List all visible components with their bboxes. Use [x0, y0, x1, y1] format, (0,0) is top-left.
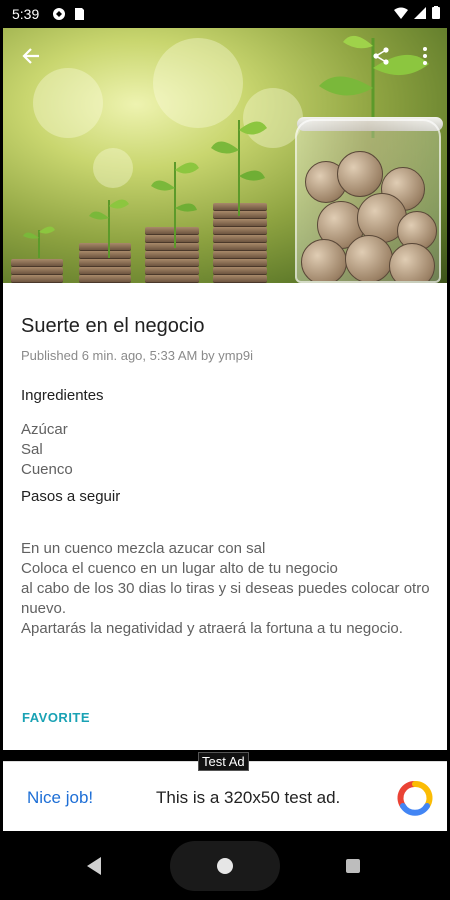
- battery-icon: [432, 6, 440, 19]
- back-button[interactable]: [13, 38, 49, 74]
- nav-back-icon[interactable]: [87, 857, 101, 875]
- steps-header: Pasos a seguir: [21, 488, 121, 505]
- step-item: al cabo de los 30 dias lo tiras y si des…: [21, 580, 430, 617]
- notification-icon: [53, 8, 65, 20]
- ingredients-list: Azúcar Sal Cuenco: [21, 420, 431, 480]
- step-item: Coloca el cuenco en un lugar alto de tu …: [21, 560, 338, 577]
- signal-icon: [414, 6, 426, 19]
- home-icon: [217, 858, 233, 874]
- ad-body-text: This is a 320x50 test ad.: [156, 788, 341, 807]
- status-time: 5:39: [12, 6, 40, 22]
- more-options-button[interactable]: [407, 38, 443, 74]
- nav-home-button[interactable]: [170, 841, 280, 891]
- step-item: Apartarás la negatividad y atraerá la fo…: [21, 620, 403, 637]
- coin-stack: [11, 259, 63, 283]
- recipe-content: Suerte en el negocio Published 6 min. ag…: [21, 283, 431, 639]
- ad-nice-text: Nice job!: [27, 788, 94, 807]
- post-meta: Published 6 min. ago, 5:33 AM by ymp9i: [21, 348, 253, 363]
- favorite-button[interactable]: FAVORITE: [22, 710, 90, 725]
- ad-logo-icon: [397, 781, 433, 816]
- wifi-icon: [394, 7, 408, 19]
- coin-jar: [295, 119, 441, 283]
- ad-banner[interactable]: Nice job! This is a 320x50 test ad.: [3, 761, 447, 832]
- sprout-icon: [211, 120, 267, 216]
- ingredient-item: Azúcar: [21, 421, 68, 438]
- share-icon: [373, 47, 389, 65]
- recipe-card: Suerte en el negocio Published 6 min. ag…: [3, 28, 447, 750]
- nav-recents-icon[interactable]: [346, 859, 360, 873]
- step-item: En un cuenco mezcla azucar con sal: [21, 540, 266, 557]
- more-vert-icon: [423, 47, 427, 65]
- sprout-icon: [23, 226, 55, 258]
- system-nav-bar: [0, 831, 450, 900]
- steps-list: En un cuenco mezcla azucar con sal Coloc…: [21, 539, 431, 639]
- test-ad-label: Test Ad: [198, 752, 249, 771]
- sd-card-icon: [75, 8, 84, 20]
- sprout-icon: [151, 162, 199, 248]
- ingredient-item: Cuenco: [21, 461, 73, 478]
- hero-image: [3, 28, 447, 283]
- arrow-left-icon: [22, 48, 39, 64]
- ingredient-item: Sal: [21, 441, 43, 458]
- post-title: Suerte en el negocio: [21, 315, 205, 337]
- status-bar: 5:39: [0, 0, 450, 28]
- ingredients-header: Ingredientes: [21, 387, 104, 404]
- sprout-icon: [89, 199, 129, 258]
- share-button[interactable]: [363, 38, 399, 74]
